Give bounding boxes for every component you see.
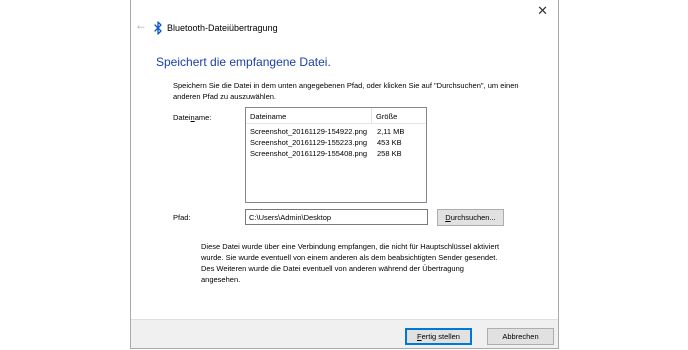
file-size: 258 KB — [377, 149, 402, 158]
filename-label-pre: Datei — [173, 113, 191, 122]
path-input[interactable] — [245, 209, 428, 225]
back-arrow-icon[interactable]: ← — [135, 19, 147, 31]
close-icon[interactable]: ✕ — [537, 4, 548, 17]
instructions-text: Speichern Sie die Datei in dem unten ang… — [173, 81, 519, 101]
file-size: 453 KB — [377, 138, 402, 147]
finish-button[interactable]: Fertig stellen — [405, 328, 472, 345]
finish-label: ertig stellen — [421, 332, 460, 341]
file-name: Screenshot_20161129-155223.png — [250, 138, 368, 147]
window-title: Bluetooth-Dateiübertragung — [167, 23, 278, 33]
file-name: Screenshot_20161129-155408.png — [250, 149, 368, 158]
column-header-size[interactable]: Größe — [376, 112, 397, 121]
list-item[interactable]: Screenshot_20161129-155223.png 453 KB — [246, 138, 426, 149]
bluetooth-icon — [154, 21, 162, 35]
filename-label: Dateiname: — [173, 113, 211, 122]
list-item[interactable]: Screenshot_20161129-154922.png 2,11 MB — [246, 127, 426, 138]
browse-button[interactable]: Durchsuchen... — [437, 209, 504, 226]
path-label: Pfad: — [173, 213, 191, 222]
security-notice: Diese Datei wurde über eine Verbindung e… — [201, 242, 500, 284]
title-bar: ← Bluetooth-Dateiübertragung ✕ — [131, 0, 558, 35]
filename-label-post: ame: — [194, 113, 212, 122]
dialog-window: ← Bluetooth-Dateiübertragung ✕ Speichert… — [130, 0, 559, 349]
screenshot-canvas: ← Bluetooth-Dateiübertragung ✕ Speichert… — [0, 0, 688, 350]
browse-label: urchsuchen... — [450, 213, 496, 222]
column-divider[interactable] — [371, 108, 372, 124]
cancel-button[interactable]: Abbrechen — [487, 328, 554, 345]
list-item[interactable]: Screenshot_20161129-155408.png 258 KB — [246, 149, 426, 160]
column-header-name[interactable]: Dateiname — [250, 112, 286, 121]
file-name: Screenshot_20161129-154922.png — [250, 127, 368, 136]
file-size: 2,11 MB — [377, 127, 405, 136]
file-list[interactable]: Dateiname Größe Screenshot_20161129-1549… — [245, 107, 427, 203]
page-heading: Speichert die empfangene Datei. — [156, 55, 331, 69]
button-bar: Fertig stellen Abbrechen — [131, 319, 558, 348]
list-header: Dateiname Größe — [246, 108, 426, 124]
